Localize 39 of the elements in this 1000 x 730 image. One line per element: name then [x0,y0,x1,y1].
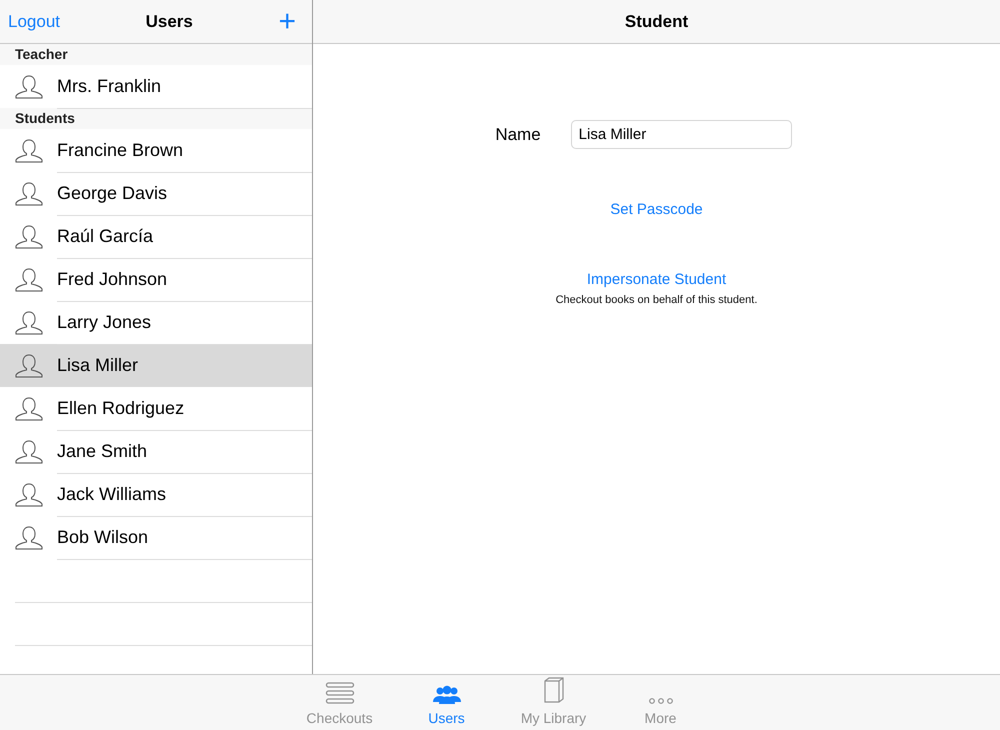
list-icon [324,681,354,705]
person-icon [15,268,43,292]
tab[interactable]: Users [393,675,500,730]
person-icon [15,396,43,420]
person-icon [15,182,43,206]
person-icon [15,354,43,378]
user-name: Ellen Rodriguez [57,398,184,418]
person-icon [15,224,43,248]
user-name: Mrs. Franklin [57,76,162,96]
users-icon [432,685,462,705]
book-icon [542,677,566,705]
user-name: Jane Smith [57,440,148,462]
person-icon [15,310,43,334]
impersonate-note: Checkout books on behalf of this student. [556,294,758,306]
detail-title: Student [624,12,688,32]
more-icon [648,697,674,705]
logout-button[interactable]: Logout [8,12,60,32]
user-name: Francine Brown [57,140,184,160]
user-name: Bob Wilson [57,526,148,548]
user-name: Fred Johnson [57,268,168,290]
add-button[interactable]: + [278,6,304,36]
person-icon [15,440,43,464]
section-header: Students [0,108,312,129]
user-name: George Davis [57,182,168,204]
person-icon [15,138,43,162]
user-name: Lisa Miller [57,354,138,376]
user-name: Raúl García [57,226,154,246]
section-header: Teacher [0,44,312,65]
person-icon [15,526,43,550]
set-passcode-link[interactable]: Set Passcode [610,201,703,218]
person-icon [15,74,43,98]
name-label: Name [495,124,541,144]
user-row[interactable]: Lisa Miller [0,344,312,387]
person-icon [15,482,43,506]
user-name: Larry Jones [57,312,152,332]
name-field[interactable]: Lisa Miller [570,120,792,149]
sidebar-title: Users [146,12,193,32]
impersonate-link[interactable]: Impersonate Student [586,271,726,288]
user-name: Jack Williams [57,484,166,504]
